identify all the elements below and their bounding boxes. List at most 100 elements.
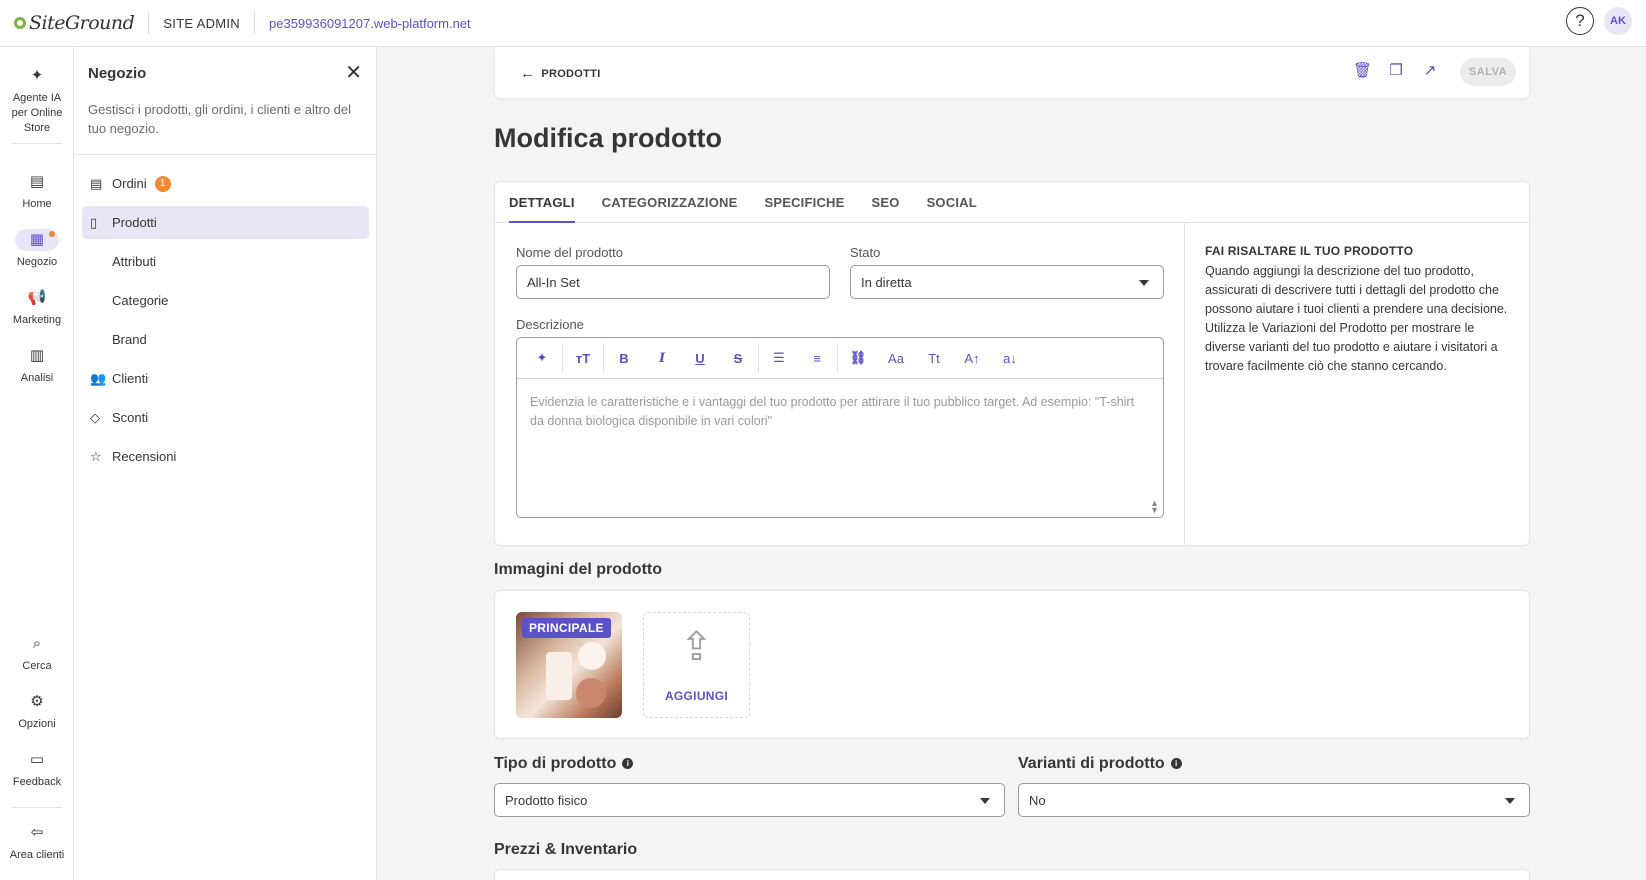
- star-icon: ☆: [90, 448, 102, 464]
- nav-item-attributes[interactable]: Attributi: [82, 245, 369, 278]
- tab-specifications[interactable]: SPECIFICHE: [764, 182, 844, 222]
- orders-count-badge: 1: [154, 175, 171, 192]
- pricing-card: [494, 869, 1530, 880]
- nav-item-brand[interactable]: Brand: [82, 323, 369, 356]
- site-domain-link[interactable]: pe359936091207.web-platform.net: [269, 16, 471, 31]
- site-admin-label: SITE ADMIN: [163, 15, 240, 31]
- rail-item-label: Analisi: [20, 372, 54, 384]
- product-type-title: Tipo di prodotto i: [494, 755, 634, 773]
- font-size-decrease-icon[interactable]: a↓: [991, 351, 1029, 366]
- left-rail: ✦ Agente IA per Online Store ▤ Home ▦ Ne…: [0, 47, 74, 880]
- nav-item-customers[interactable]: 👥 Clienti: [82, 362, 369, 395]
- arrow-left-icon: ←: [520, 65, 536, 82]
- top-right-actions: ? AK: [1566, 7, 1632, 35]
- nav-item-orders[interactable]: ▤ Ordini 1: [82, 167, 369, 200]
- external-link-icon[interactable]: ↗: [1421, 61, 1439, 79]
- rail-divider: [12, 807, 62, 808]
- rail-item-home[interactable]: ▤ Home: [0, 171, 74, 212]
- nav-item-label: Attributi: [112, 254, 157, 269]
- product-image-main[interactable]: PRINCIPALE: [516, 612, 622, 718]
- rail-item-label: Area clienti: [9, 849, 65, 861]
- rail-item-label: Marketing: [12, 314, 62, 326]
- product-type-select[interactable]: Prodotto fisico: [494, 783, 1005, 817]
- chevron-down-icon: [1139, 280, 1149, 286]
- edit-toolbar: ← PRODOTTI 🗑 ❐ ↗ SALVA: [494, 47, 1530, 99]
- tab-seo[interactable]: SEO: [872, 182, 900, 222]
- question-circle-icon[interactable]: ?: [1566, 7, 1594, 35]
- status-value: In diretta: [861, 274, 912, 290]
- product-name-input[interactable]: All-In Set: [516, 265, 830, 299]
- store-icon: ▦: [15, 229, 59, 251]
- tab-details[interactable]: DETTAGLI: [509, 182, 575, 223]
- strikethrough-icon[interactable]: S: [719, 351, 757, 366]
- text-case-icon[interactable]: Tt: [915, 351, 953, 366]
- rail-item-client-area[interactable]: ⇦ Area clienti: [0, 822, 74, 863]
- nav-item-label: Prodotti: [112, 215, 157, 230]
- trash-icon[interactable]: 🗑: [1353, 61, 1372, 79]
- numbered-list-icon[interactable]: ≡: [798, 351, 836, 366]
- panel-header: Negozio ✕ Gestisci i prodotti, gli ordin…: [74, 47, 376, 155]
- gear-icon: ⚙: [30, 693, 44, 710]
- siteground-logo[interactable]: SiteGround: [14, 12, 135, 34]
- nav-item-products[interactable]: ▯ Prodotti: [82, 206, 369, 239]
- add-image-button[interactable]: ⇪ AGGIUNGI: [643, 612, 750, 718]
- save-button[interactable]: SALVA: [1460, 58, 1516, 86]
- chevron-down-icon: [1505, 798, 1515, 804]
- chart-icon: ▥: [29, 347, 45, 364]
- hint-text: Quando aggiungi la descrizione del tuo p…: [1205, 264, 1508, 373]
- rail-item-store[interactable]: ▦ Negozio: [0, 229, 74, 270]
- rail-item-search[interactable]: ⌕ Cerca: [0, 633, 74, 674]
- product-tabs: DETTAGLI CATEGORIZZAZIONE SPECIFICHE SEO…: [495, 182, 1529, 223]
- rail-item-label: Feedback: [12, 776, 62, 788]
- rail-item-analytics[interactable]: ▥ Analisi: [0, 345, 74, 386]
- description-label: Descrizione: [516, 317, 584, 332]
- tag-icon: ◇: [90, 409, 100, 425]
- nav-item-label: Categorie: [112, 293, 169, 308]
- back-to-products-button[interactable]: ← PRODOTTI: [520, 65, 601, 82]
- ai-sparkle-icon[interactable]: ✦: [523, 350, 561, 366]
- description-textarea[interactable]: Evidenzia le caratteristiche e i vantagg…: [517, 379, 1163, 445]
- feedback-icon: ▭: [29, 751, 45, 768]
- divider: [148, 12, 150, 34]
- text-size-icon[interactable]: ᴛT: [564, 351, 602, 366]
- resize-handle-icon[interactable]: ▲ ▼: [1150, 499, 1159, 515]
- receipt-icon: ▤: [90, 175, 103, 191]
- underline-icon[interactable]: U: [681, 351, 719, 366]
- status-select[interactable]: In diretta: [850, 265, 1164, 299]
- tab-categorization[interactable]: CATEGORIZZAZIONE: [602, 182, 738, 222]
- description-editor: ✦ ᴛT B I U S ☰ ≡ ⛓ Aa Tt A↑ a↓ Evidenzia…: [516, 337, 1164, 518]
- close-icon[interactable]: ✕: [345, 63, 362, 83]
- info-icon[interactable]: i: [1170, 758, 1182, 769]
- megaphone-icon: 📢: [27, 289, 47, 306]
- logo-mark-icon: [14, 17, 26, 29]
- rail-item-ai-agent[interactable]: ✦ Agente IA per Online Store: [0, 65, 74, 136]
- nav-item-label: Ordini: [112, 176, 147, 191]
- info-icon[interactable]: i: [622, 758, 634, 769]
- rail-item-marketing[interactable]: 📢 Marketing: [0, 287, 74, 328]
- tab-social[interactable]: SOCIAL: [927, 182, 977, 222]
- page-title: Modifica prodotto: [494, 123, 722, 153]
- font-size-increase-icon[interactable]: A↑: [953, 351, 991, 366]
- upload-icon: ⇪: [679, 625, 714, 669]
- duplicate-icon[interactable]: ❐: [1387, 61, 1405, 79]
- nav-item-reviews[interactable]: ☆ Recensioni: [82, 440, 369, 473]
- rail-item-label: Cerca: [22, 660, 52, 672]
- bullet-list-icon[interactable]: ☰: [760, 350, 798, 366]
- rail-item-options[interactable]: ⚙ Opzioni: [0, 691, 74, 732]
- bold-icon[interactable]: B: [605, 351, 643, 366]
- panel-description: Gestisci i prodotti, gli ordini, i clien…: [88, 102, 352, 136]
- editor-toolbar: ✦ ᴛT B I U S ☰ ≡ ⛓ Aa Tt A↑ a↓: [517, 338, 1163, 379]
- nav-item-categories[interactable]: Categorie: [82, 284, 369, 317]
- top-bar: SiteGround SITE ADMIN pe359936091207.web…: [0, 0, 1646, 47]
- toolbar-divider: [758, 343, 759, 373]
- divider: [254, 12, 255, 34]
- rail-item-feedback[interactable]: ▭ Feedback: [0, 749, 74, 790]
- variants-select[interactable]: No: [1018, 783, 1530, 817]
- store-panel: Negozio ✕ Gestisci i prodotti, gli ordin…: [74, 47, 377, 880]
- avatar[interactable]: AK: [1604, 7, 1632, 35]
- link-icon[interactable]: ⛓: [839, 350, 877, 366]
- nav-item-discounts[interactable]: ◇ Sconti: [82, 401, 369, 434]
- font-family-icon[interactable]: Aa: [877, 351, 915, 366]
- italic-icon[interactable]: I: [643, 351, 681, 366]
- variants-label: Varianti di prodotto: [1018, 755, 1165, 772]
